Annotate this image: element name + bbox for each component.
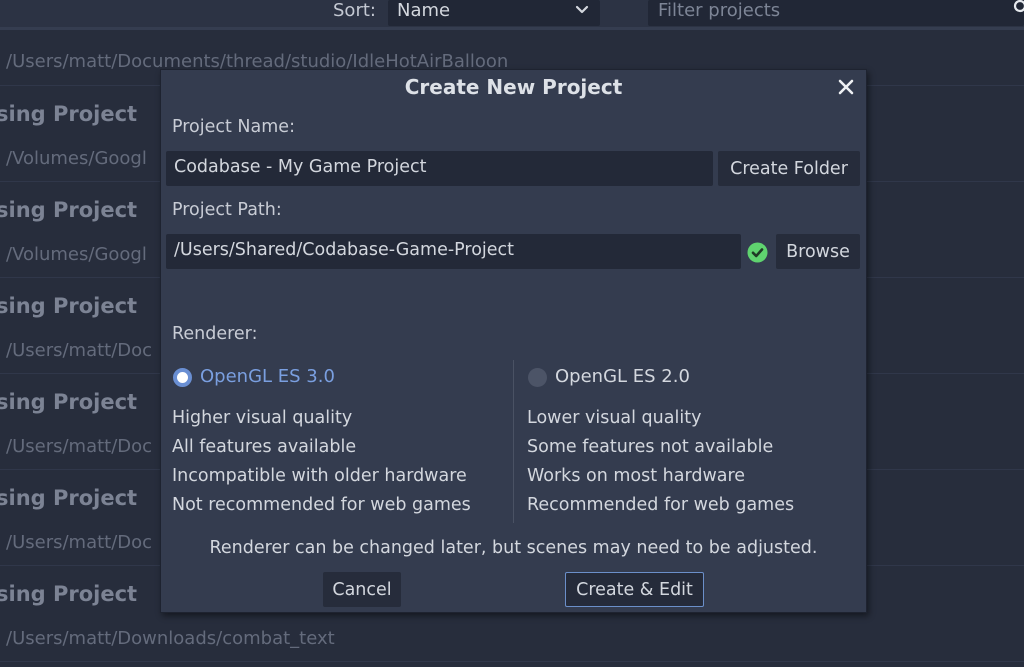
- create-folder-button[interactable]: Create Folder: [718, 151, 860, 186]
- project-name: sing Project: [0, 486, 138, 510]
- top-bar: Sort: Name Filter projects: [0, 0, 1024, 30]
- project-path: /Users/matt/Doc: [6, 436, 153, 457]
- sort-value: Name: [397, 0, 451, 21]
- cancel-button[interactable]: Cancel: [323, 572, 401, 607]
- renderer-feature: Higher visual quality: [172, 408, 353, 428]
- radio-opengl-es2[interactable]: [528, 368, 547, 387]
- project-name: sing Project: [0, 198, 138, 222]
- create-edit-button[interactable]: Create & Edit: [565, 572, 704, 607]
- filter-projects-input[interactable]: Filter projects: [648, 0, 1024, 26]
- sort-label: Sort:: [333, 0, 376, 21]
- renderer-label: Renderer:: [172, 324, 258, 344]
- project-name-label: Project Name:: [172, 117, 295, 137]
- project-name: sing Project: [0, 102, 138, 126]
- renderer-divider: [513, 360, 514, 523]
- close-icon[interactable]: [837, 78, 855, 96]
- create-project-dialog: Create New Project Project Name: Codabas…: [160, 69, 867, 613]
- project-path-label: Project Path:: [172, 200, 282, 220]
- project-path-input[interactable]: /Users/Shared/Codabase-Game-Project: [166, 234, 741, 269]
- chevron-down-icon: [575, 5, 589, 14]
- project-path: /Users/matt/Doc: [6, 532, 153, 553]
- project-path-value: /Users/Shared/Codabase-Game-Project: [174, 240, 515, 260]
- checkmark-valid-icon: [747, 242, 768, 263]
- project-path: /Users/matt/Downloads/combat_text: [6, 628, 335, 649]
- renderer-feature: Works on most hardware: [527, 466, 746, 486]
- project-path: /Volumes/Googl: [6, 244, 147, 265]
- project-name: sing Project: [0, 390, 138, 414]
- project-path: /Volumes/Googl: [6, 148, 147, 169]
- renderer-feature: Not recommended for web games: [172, 495, 471, 515]
- renderer-feature: Lower visual quality: [527, 408, 702, 428]
- project-path: /Users/matt/Doc: [6, 340, 153, 361]
- search-icon: [1013, 0, 1024, 13]
- project-name-value: Codabase - My Game Project: [174, 157, 427, 177]
- filter-placeholder: Filter projects: [658, 0, 781, 21]
- project-name: sing Project: [0, 582, 138, 606]
- renderer-option-label[interactable]: OpenGL ES 2.0: [555, 366, 690, 387]
- browse-button[interactable]: Browse: [776, 234, 860, 269]
- renderer-feature: All features available: [172, 437, 357, 457]
- renderer-note: Renderer can be changed later, but scene…: [209, 538, 818, 558]
- renderer-option-label[interactable]: OpenGL ES 3.0: [200, 366, 335, 387]
- renderer-feature: Some features not available: [527, 437, 774, 457]
- project-name-input[interactable]: Codabase - My Game Project: [166, 151, 713, 186]
- project-manager: Sort: Name Filter projects /Users/matt/D…: [0, 0, 1024, 667]
- radio-opengl-es3[interactable]: [173, 368, 192, 387]
- dialog-title: Create New Project: [404, 75, 623, 99]
- renderer-feature: Recommended for web games: [527, 495, 795, 515]
- sort-dropdown[interactable]: Name: [388, 0, 600, 26]
- renderer-feature: Incompatible with older hardware: [172, 466, 467, 486]
- project-name: sing Project: [0, 294, 138, 318]
